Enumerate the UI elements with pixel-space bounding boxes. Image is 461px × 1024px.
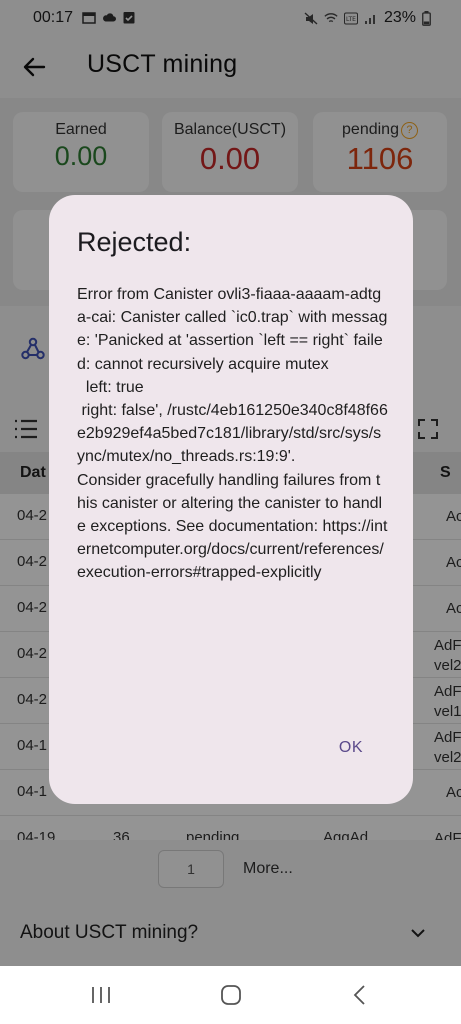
system-nav-bar (0, 966, 461, 1024)
dialog-message: Error from Canister ovli3-fiaaa-aaaam-ad… (77, 286, 388, 582)
nav-back-icon[interactable] (351, 984, 369, 1006)
recents-icon[interactable] (90, 986, 112, 1004)
ok-button[interactable]: OK (333, 735, 369, 761)
home-icon[interactable] (220, 984, 242, 1006)
app-screen: 00:17 LTE 23% USCT mining Earned 0.00 Ba… (0, 0, 461, 966)
dialog-title: Rejected: (77, 227, 192, 257)
error-dialog: Rejected: Error from Canister ovli3-fiaa… (49, 195, 413, 804)
